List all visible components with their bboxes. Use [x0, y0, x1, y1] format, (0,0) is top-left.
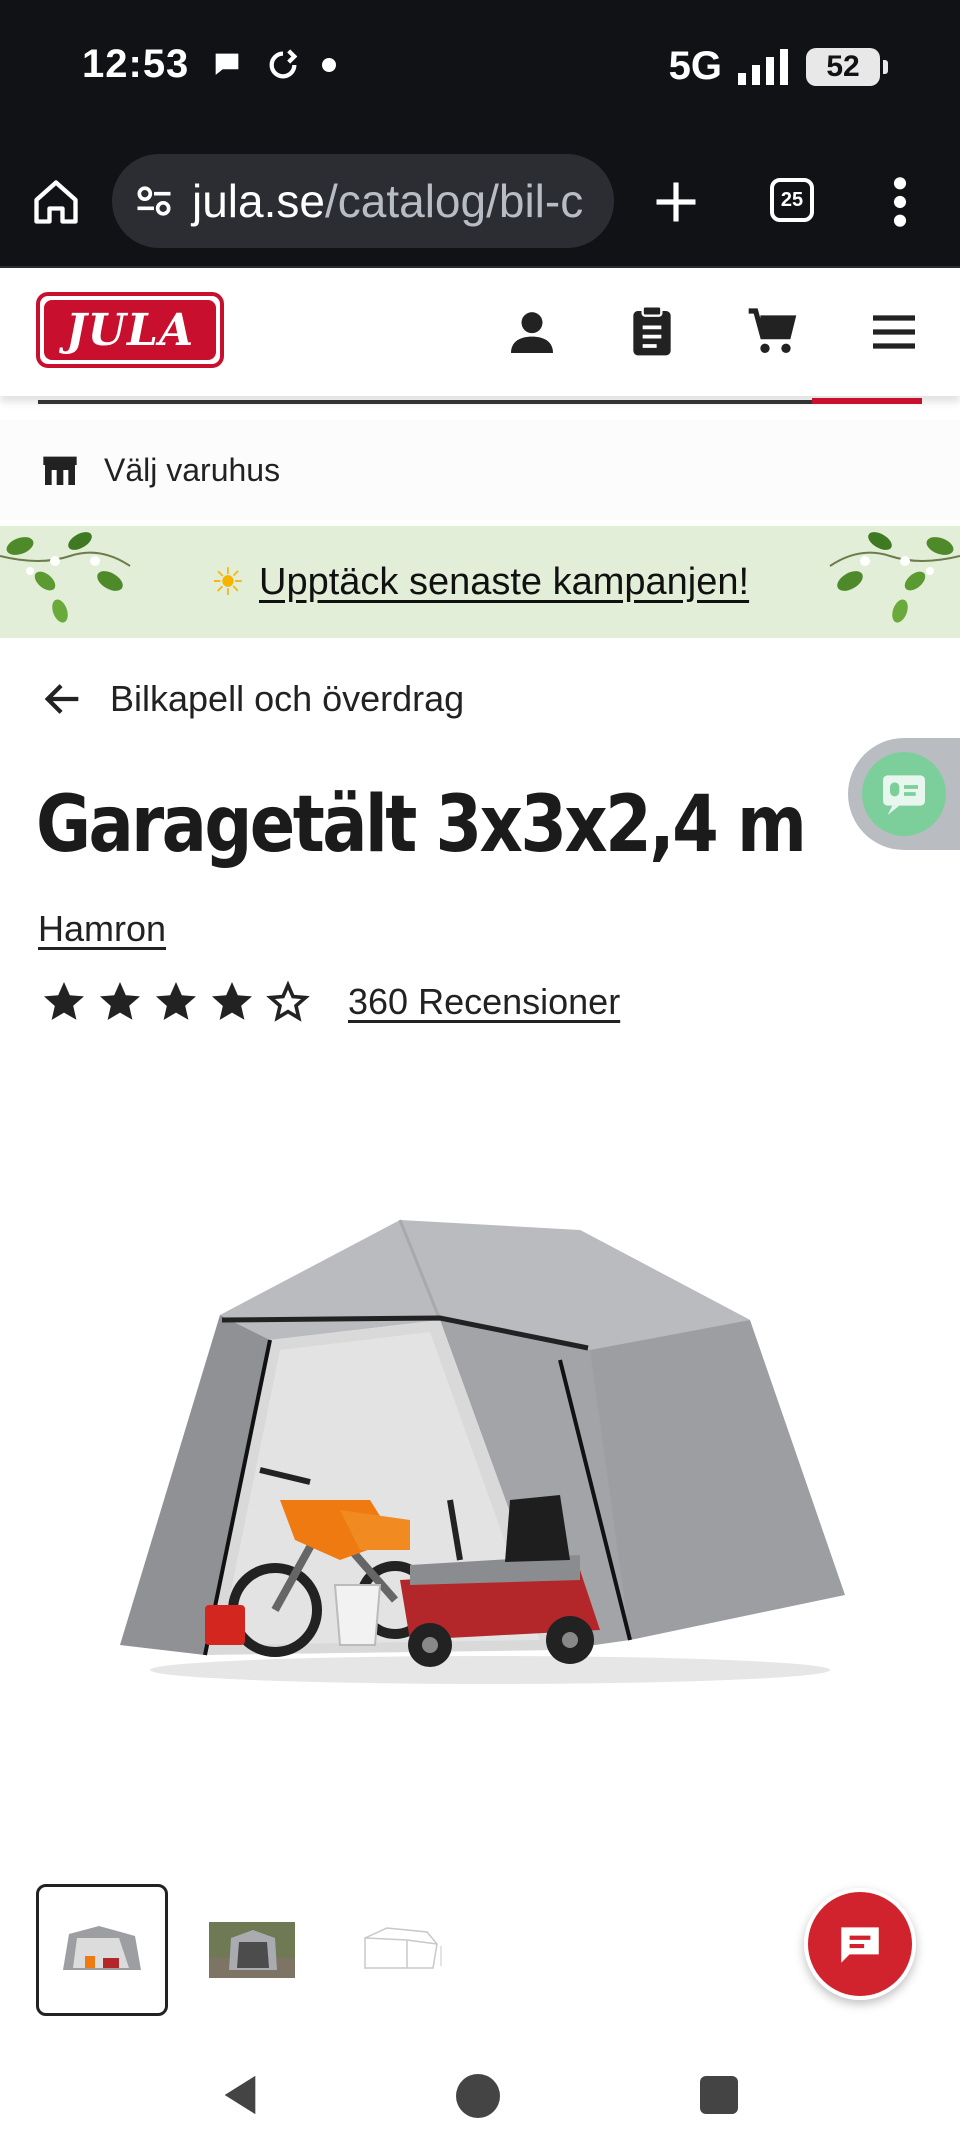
- arrow-left-icon[interactable]: [40, 676, 86, 722]
- url-path: /catalog/bil-c: [324, 175, 584, 227]
- logo-text: JULA: [44, 300, 216, 360]
- new-tab-icon[interactable]: [650, 176, 702, 228]
- chat-icon: [841, 1927, 879, 1963]
- search-field-edge[interactable]: [38, 392, 922, 404]
- signal-icon: [738, 48, 788, 85]
- campaign-banner[interactable]: ☀ Upptäck senaste kampanjen!: [0, 526, 960, 638]
- status-time: 12:53: [82, 42, 190, 86]
- status-bar: 12:53 5G 52: [0, 0, 960, 140]
- leaf-decoration-right: [829, 532, 960, 623]
- leaf-decoration-left: [0, 532, 131, 623]
- battery-icon: 52: [806, 47, 888, 86]
- chat-button[interactable]: [804, 1888, 916, 2000]
- account-icon[interactable]: [504, 304, 560, 360]
- product-title: Garagetält 3x3x2,4 m: [36, 780, 807, 870]
- star-filled-icon: [156, 982, 196, 1020]
- reviews-link[interactable]: 360 Recensioner: [348, 981, 620, 1023]
- menu-icon[interactable]: [866, 304, 922, 360]
- sun-icon: ☀: [210, 561, 245, 604]
- nav-home-icon[interactable]: [456, 2074, 500, 2118]
- store-selector[interactable]: Välj varuhus: [0, 420, 960, 520]
- star-outline-icon: [266, 980, 310, 1022]
- status-icons-left: [210, 48, 336, 82]
- campaign-link[interactable]: Upptäck senaste kampanjen!: [259, 561, 749, 604]
- sync-icon: [269, 49, 298, 79]
- jula-logo[interactable]: JULA: [36, 292, 224, 368]
- system-navigation-bar: [0, 2040, 960, 2155]
- brand-link[interactable]: Hamron: [38, 908, 166, 950]
- network-label: 5G: [668, 44, 722, 88]
- home-icon[interactable]: [30, 176, 82, 228]
- more-options-icon[interactable]: [880, 174, 920, 230]
- tab-switcher-button[interactable]: 25: [770, 178, 814, 222]
- search-button-edge[interactable]: [812, 392, 922, 404]
- cart-icon[interactable]: [744, 304, 800, 360]
- feedback-button[interactable]: [848, 738, 960, 850]
- thumbnail-1[interactable]: [36, 1884, 168, 2016]
- address-bar[interactable]: jula.se/catalog/bil-c: [112, 154, 614, 248]
- url-domain: jula.se: [192, 175, 325, 227]
- breadcrumb-category[interactable]: Bilkapell och överdrag: [110, 678, 464, 720]
- star-filled-icon: [100, 982, 140, 1020]
- feedback-icon: [862, 752, 946, 836]
- shopping-list-icon[interactable]: [624, 304, 680, 360]
- star-filled-icon: [212, 982, 252, 1020]
- nav-back-icon[interactable]: [220, 2072, 260, 2118]
- chat-bubble-icon: [215, 53, 239, 75]
- store-selector-label: Välj varuhus: [104, 451, 281, 488]
- site-header: JULA: [0, 268, 960, 396]
- nav-recents-icon[interactable]: [700, 2076, 738, 2114]
- star-filled-icon: [44, 982, 84, 1020]
- status-icons-right: 5G 52: [668, 44, 888, 89]
- thumbnail-3[interactable]: [336, 1884, 468, 2016]
- thumbnail-2[interactable]: [186, 1884, 318, 2016]
- breadcrumb[interactable]: Bilkapell och överdrag: [40, 676, 464, 722]
- site-settings-icon[interactable]: [132, 179, 176, 223]
- product-image[interactable]: [110, 1200, 850, 1720]
- browser-toolbar: jula.se/catalog/bil-c 25: [0, 140, 960, 268]
- dot-icon: [322, 58, 336, 72]
- rating-row[interactable]: 360 Recensioner: [40, 978, 620, 1026]
- url-text: jula.se/catalog/bil-c: [192, 174, 583, 228]
- store-icon: [43, 456, 77, 485]
